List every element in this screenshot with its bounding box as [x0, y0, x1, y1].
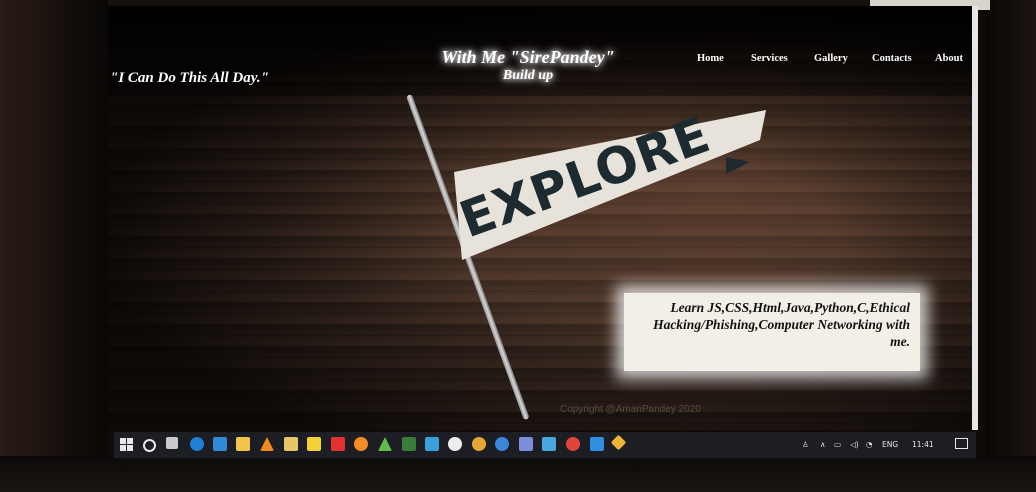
nav-home[interactable]: Home	[697, 53, 724, 64]
app-orange-icon[interactable]	[354, 437, 368, 451]
edge-icon[interactable]	[190, 437, 204, 451]
nav-contacts[interactable]: Contacts	[872, 53, 912, 64]
system-tray: ♙ ∧ ▭ ◁) ◔ ENG 11:41	[802, 438, 952, 452]
clock[interactable]: 11:41	[912, 440, 934, 449]
git-icon[interactable]	[610, 434, 627, 451]
folder-icon[interactable]	[284, 437, 298, 451]
notifications-icon[interactable]	[955, 438, 968, 449]
nav-services[interactable]: Services	[751, 53, 788, 64]
monitor-bezel-right	[986, 0, 1036, 492]
bookmark-icon[interactable]	[307, 437, 321, 451]
app-blue-icon[interactable]	[425, 437, 439, 451]
website-screen: EXPLORE "I Can Do This All Day." With Me…	[108, 6, 978, 430]
promo-box: Learn JS,CSS,Html,Java,Python,C,Ethical …	[624, 293, 920, 371]
nav-gallery[interactable]: Gallery	[814, 53, 848, 64]
monitor-bezel-bottom	[0, 456, 1036, 492]
store-icon[interactable]	[213, 437, 227, 451]
windows-start-icon[interactable]	[120, 438, 133, 451]
vscode-icon[interactable]	[590, 437, 604, 451]
volume-icon[interactable]: ◁)	[850, 440, 859, 449]
app-teal-icon[interactable]	[472, 437, 486, 451]
app-dark-icon[interactable]	[519, 437, 533, 451]
people-icon[interactable]: ♙	[802, 440, 809, 449]
opera-icon[interactable]	[566, 437, 580, 451]
app-purple-icon[interactable]	[495, 437, 509, 451]
flag-label: EXPLORE	[452, 110, 718, 249]
monitor-bezel-left	[0, 0, 108, 492]
battery-icon[interactable]: ▭	[834, 440, 841, 449]
nav-about[interactable]: About	[935, 53, 963, 64]
cortana-search-icon[interactable]	[143, 439, 156, 452]
app-green-icon[interactable]	[378, 437, 392, 451]
main-nav: Home Services Gallery Contacts About	[108, 53, 978, 73]
language-indicator[interactable]: ENG	[882, 440, 898, 449]
copyright-text: Copyright @AmanPandey 2020	[560, 404, 701, 415]
wifi-icon[interactable]: ◔	[866, 440, 873, 449]
task-view-icon[interactable]	[166, 437, 178, 449]
chrome-icon[interactable]	[448, 437, 462, 451]
windows-taskbar: ♙ ∧ ▭ ◁) ◔ ENG 11:41	[114, 432, 976, 458]
app-n-icon[interactable]	[402, 437, 416, 451]
app-sky-icon[interactable]	[542, 437, 556, 451]
file-explorer-icon[interactable]	[236, 437, 250, 451]
explore-flag: EXPLORE	[452, 110, 766, 260]
tray-expand-icon[interactable]: ∧	[820, 440, 826, 449]
vlc-icon[interactable]	[260, 437, 274, 451]
app-red-icon[interactable]	[331, 437, 345, 451]
page-scrollbar[interactable]	[972, 6, 978, 430]
